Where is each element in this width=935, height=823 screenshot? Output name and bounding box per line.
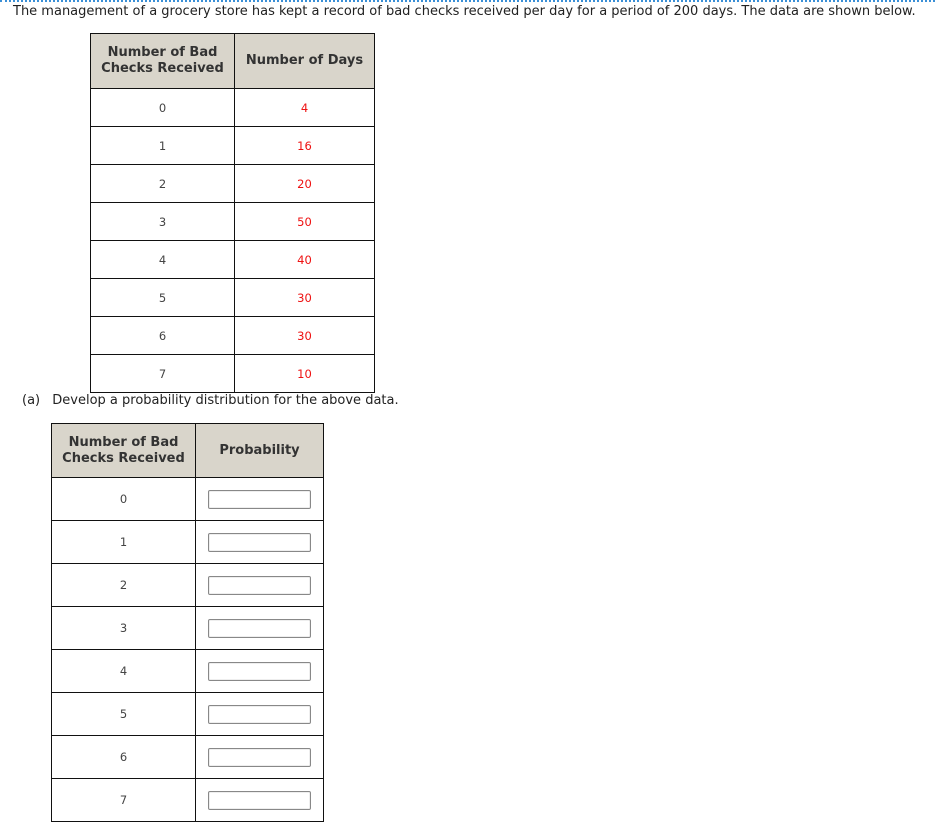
days-cell: 4: [234, 88, 375, 127]
days-cell: 10: [234, 354, 375, 393]
probability-input-6[interactable]: [208, 747, 311, 767]
table-row: 4 40: [90, 240, 375, 279]
probability-input-5[interactable]: [208, 704, 311, 724]
question-a: (a) Develop a probability distribution f…: [22, 393, 399, 409]
table-row: 4: [51, 649, 324, 693]
probability-input-2[interactable]: [208, 575, 311, 595]
checks-cell: 2: [51, 563, 196, 607]
probability-input-3[interactable]: [208, 618, 311, 638]
table-row: 2: [51, 563, 324, 607]
checks-cell: 3: [51, 606, 196, 650]
table-row: 04: [90, 88, 375, 127]
table-header-row: Number of Bad Checks Received Probabilit…: [51, 423, 324, 478]
table-row: 7: [51, 778, 324, 822]
probability-cell: [195, 520, 324, 564]
table-row: 1: [51, 520, 324, 564]
days-cell: 16: [234, 126, 375, 165]
probability-cell: [195, 692, 324, 736]
table-row: 6: [51, 735, 324, 779]
days-cell: 30: [234, 278, 375, 317]
probability-cell: [195, 606, 324, 650]
table-row: 5: [51, 692, 324, 736]
table-header-row: Number of Bad Checks Received Number of …: [90, 33, 375, 89]
probability-input-7[interactable]: [208, 790, 311, 810]
table-row: 0: [51, 477, 324, 521]
checks-cell: 4: [90, 240, 235, 279]
table-row: 2 20: [90, 164, 375, 203]
days-cell: 50: [234, 202, 375, 241]
probability-input-4[interactable]: [208, 661, 311, 681]
bad-checks-data-table: Number of Bad Checks Received Number of …: [90, 33, 375, 393]
question-text: Develop a probability distribution for t…: [52, 393, 399, 408]
checks-cell: 1: [90, 126, 235, 165]
table-row: 1 16: [90, 126, 375, 165]
checks-cell: 6: [51, 735, 196, 779]
checks-cell: 5: [51, 692, 196, 736]
checks-cell: 2: [90, 164, 235, 203]
probability-input-1[interactable]: [208, 532, 311, 552]
checks-cell: 0: [90, 88, 235, 127]
probability-cell: [195, 778, 324, 822]
checks-cell: 7: [51, 778, 196, 822]
probability-cell: [195, 735, 324, 779]
checks-cell: 1: [51, 520, 196, 564]
probability-cell: [195, 477, 324, 521]
header-number-of-days: Number of Days: [234, 33, 375, 89]
problem-intro-text: The management of a grocery store has ke…: [13, 4, 916, 19]
probability-answer-table: Number of Bad Checks Received Probabilit…: [51, 423, 324, 822]
question-label: (a): [22, 393, 41, 408]
table-row: 5 30: [90, 278, 375, 317]
probability-input-0[interactable]: [208, 489, 311, 509]
table-row: 3 50: [90, 202, 375, 241]
table-row: 7 10: [90, 354, 375, 393]
header-probability: Probability: [195, 423, 324, 478]
days-cell: 30: [234, 316, 375, 355]
checks-cell: 3: [90, 202, 235, 241]
header-bad-checks: Number of Bad Checks Received: [90, 33, 235, 89]
top-dotted-divider: [0, 0, 935, 2]
checks-cell: 4: [51, 649, 196, 693]
checks-cell: 5: [90, 278, 235, 317]
table-row: 6 30: [90, 316, 375, 355]
checks-cell: 6: [90, 316, 235, 355]
checks-cell: 7: [90, 354, 235, 393]
table-row: 3: [51, 606, 324, 650]
days-cell: 20: [234, 164, 375, 203]
probability-cell: [195, 563, 324, 607]
header-bad-checks: Number of Bad Checks Received: [51, 423, 196, 478]
probability-cell: [195, 649, 324, 693]
days-cell: 40: [234, 240, 375, 279]
checks-cell: 0: [51, 477, 196, 521]
